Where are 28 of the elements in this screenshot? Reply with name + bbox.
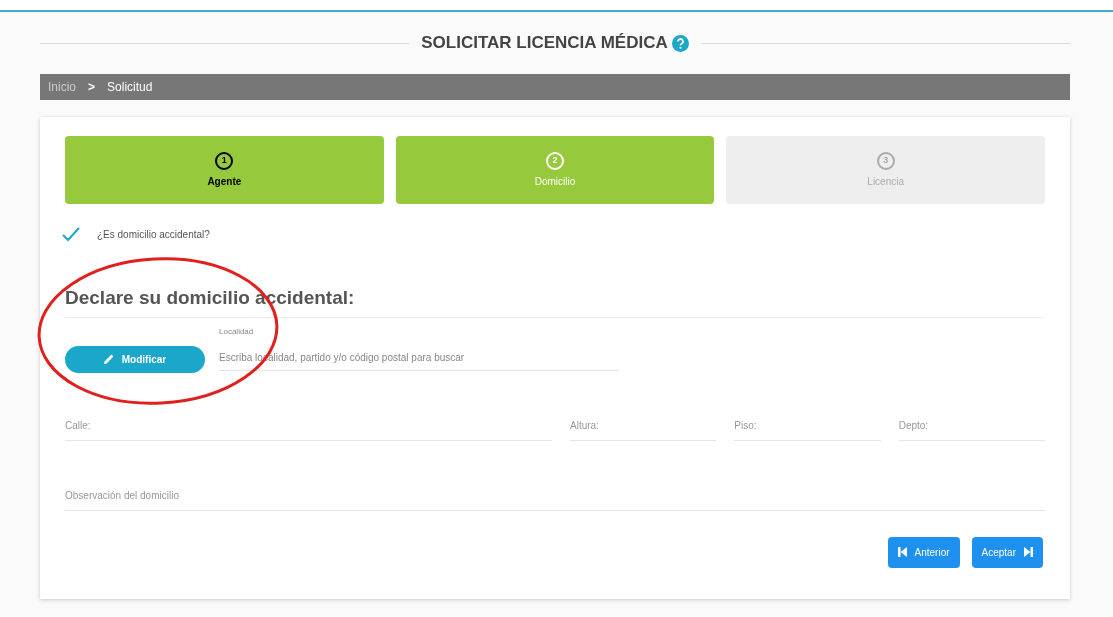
field-label: Localidad (219, 325, 255, 338)
step-label: Domicilio (534, 174, 576, 189)
observation-field[interactable]: Observación del domicilio (65, 480, 1045, 511)
step-number: 2 (546, 151, 564, 170)
step-number: 1 (215, 151, 234, 170)
checkbox-label: ¿Es domicilio accidental? (97, 227, 210, 242)
breadcrumb-link[interactable]: Solicitud (107, 78, 153, 96)
step-label: Licencia (867, 174, 905, 189)
modify-button[interactable]: Modificar (65, 345, 205, 373)
address-field[interactable]: Altura: (570, 410, 717, 441)
previous-button[interactable]: Anterior (887, 536, 960, 568)
address-field[interactable]: Calle: (65, 410, 552, 441)
step-label: Agente (207, 174, 242, 189)
accept-button[interactable]: Aceptar (971, 536, 1043, 568)
help-icon[interactable] (671, 34, 689, 52)
step-number: 3 (876, 151, 895, 170)
address-field[interactable]: Depto: (898, 410, 1045, 441)
check-icon[interactable] (61, 226, 81, 242)
step-tab[interactable]: 3 Licencia (726, 136, 1045, 204)
page-title: SOLICITAR LICENCIA MÉDICA (421, 32, 668, 55)
breadcrumb-separator: > (88, 79, 96, 96)
skip-back-icon (897, 547, 907, 557)
step-tab[interactable]: 1 Agente (65, 136, 384, 204)
breadcrumb-link[interactable]: Inicio (48, 78, 76, 96)
skip-forward-icon (1024, 547, 1033, 557)
pencil-icon (103, 354, 114, 364)
step-tab[interactable]: 2 Domicilio (395, 136, 715, 204)
address-field[interactable]: Piso: (734, 410, 881, 441)
